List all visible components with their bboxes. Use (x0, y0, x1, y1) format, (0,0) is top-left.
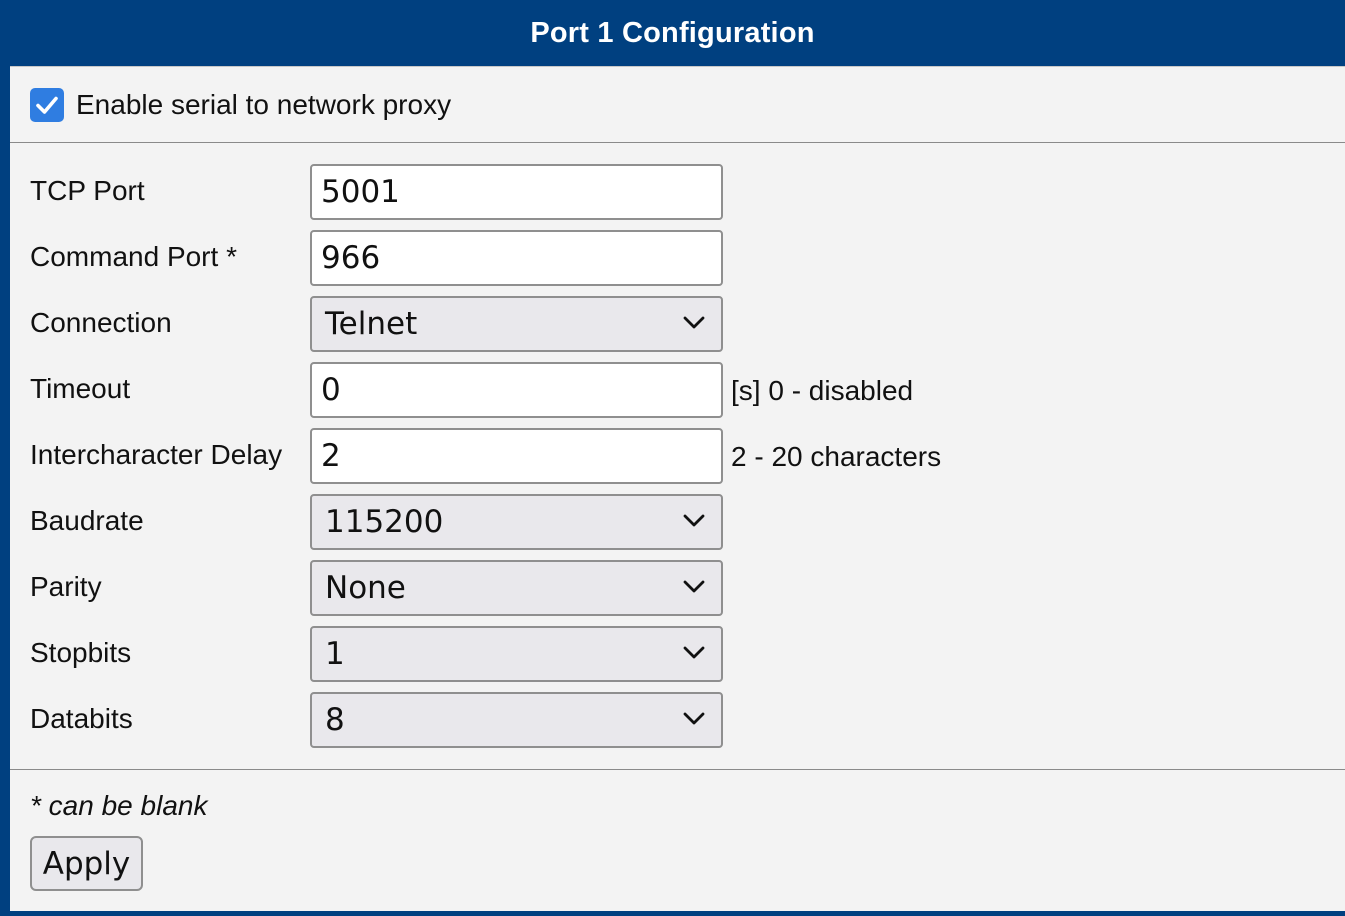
connection-selected-value: Telnet (325, 306, 418, 342)
chevron-down-icon (683, 712, 705, 725)
parity-selected-value: None (325, 570, 406, 606)
intercharacter-delay-value: 2 (321, 438, 341, 474)
baudrate-row: Baudrate 115200 (10, 494, 1345, 550)
connection-row: Connection Telnet (10, 296, 1345, 352)
blank-footnote: * can be blank (30, 790, 208, 821)
databits-select[interactable]: 8 (310, 692, 723, 748)
enable-proxy-row: Enable serial to network proxy (10, 66, 1345, 143)
baudrate-selected-value: 115200 (325, 504, 444, 540)
tcp-port-input[interactable]: 5001 (310, 164, 723, 220)
parity-select[interactable]: None (310, 560, 723, 616)
stopbits-selected-value: 1 (325, 636, 345, 672)
timeout-hint: [s] 0 - disabled (731, 375, 914, 406)
panel-title: Port 1 Configuration (5, 0, 1340, 66)
intercharacter-delay-label: Intercharacter Delay (30, 439, 283, 470)
panel-body: Enable serial to network proxy TCP Port … (10, 66, 1345, 911)
baudrate-select[interactable]: 115200 (310, 494, 723, 550)
command-port-row: Command Port * 966 (10, 230, 1345, 286)
apply-button[interactable]: Apply (30, 836, 143, 891)
stopbits-row: Stopbits 1 (10, 626, 1345, 682)
connection-select[interactable]: Telnet (310, 296, 723, 352)
command-port-label: Command Port * (30, 241, 237, 272)
intercharacter-delay-hint: 2 - 20 characters (731, 441, 942, 472)
config-form: TCP Port 5001 Command Port * 966 Connect… (10, 143, 1345, 769)
intercharacter-delay-input[interactable]: 2 (310, 428, 723, 484)
enable-proxy-label: Enable serial to network proxy (76, 88, 452, 120)
parity-label: Parity (30, 571, 102, 602)
tcp-port-value: 5001 (321, 174, 400, 210)
check-icon (36, 96, 58, 114)
databits-row: Databits 8 (10, 692, 1345, 748)
tcp-port-label: TCP Port (30, 175, 145, 206)
timeout-value: 0 (321, 372, 341, 408)
port-config-panel: Port 1 Configuration Enable serial to ne… (0, 0, 1345, 916)
intercharacter-delay-row: Intercharacter Delay 2 2 - 20 characters (10, 428, 1345, 484)
command-port-value: 966 (321, 240, 381, 276)
chevron-down-icon (683, 316, 705, 329)
chevron-down-icon (683, 580, 705, 593)
databits-selected-value: 8 (325, 702, 345, 738)
chevron-down-icon (683, 514, 705, 527)
tcp-port-row: TCP Port 5001 (10, 164, 1345, 220)
baudrate-label: Baudrate (30, 505, 144, 536)
timeout-label: Timeout (30, 373, 131, 404)
command-port-input[interactable]: 966 (310, 230, 723, 286)
timeout-input[interactable]: 0 (310, 362, 723, 418)
stopbits-label: Stopbits (30, 637, 132, 668)
databits-label: Databits (30, 703, 133, 734)
timeout-row: Timeout 0 [s] 0 - disabled (10, 362, 1345, 418)
parity-row: Parity None (10, 560, 1345, 616)
chevron-down-icon (683, 646, 705, 659)
form-footer: * can be blank Apply (10, 769, 1345, 911)
enable-proxy-checkbox[interactable] (30, 87, 64, 122)
stopbits-select[interactable]: 1 (310, 626, 723, 682)
connection-label: Connection (30, 307, 172, 338)
